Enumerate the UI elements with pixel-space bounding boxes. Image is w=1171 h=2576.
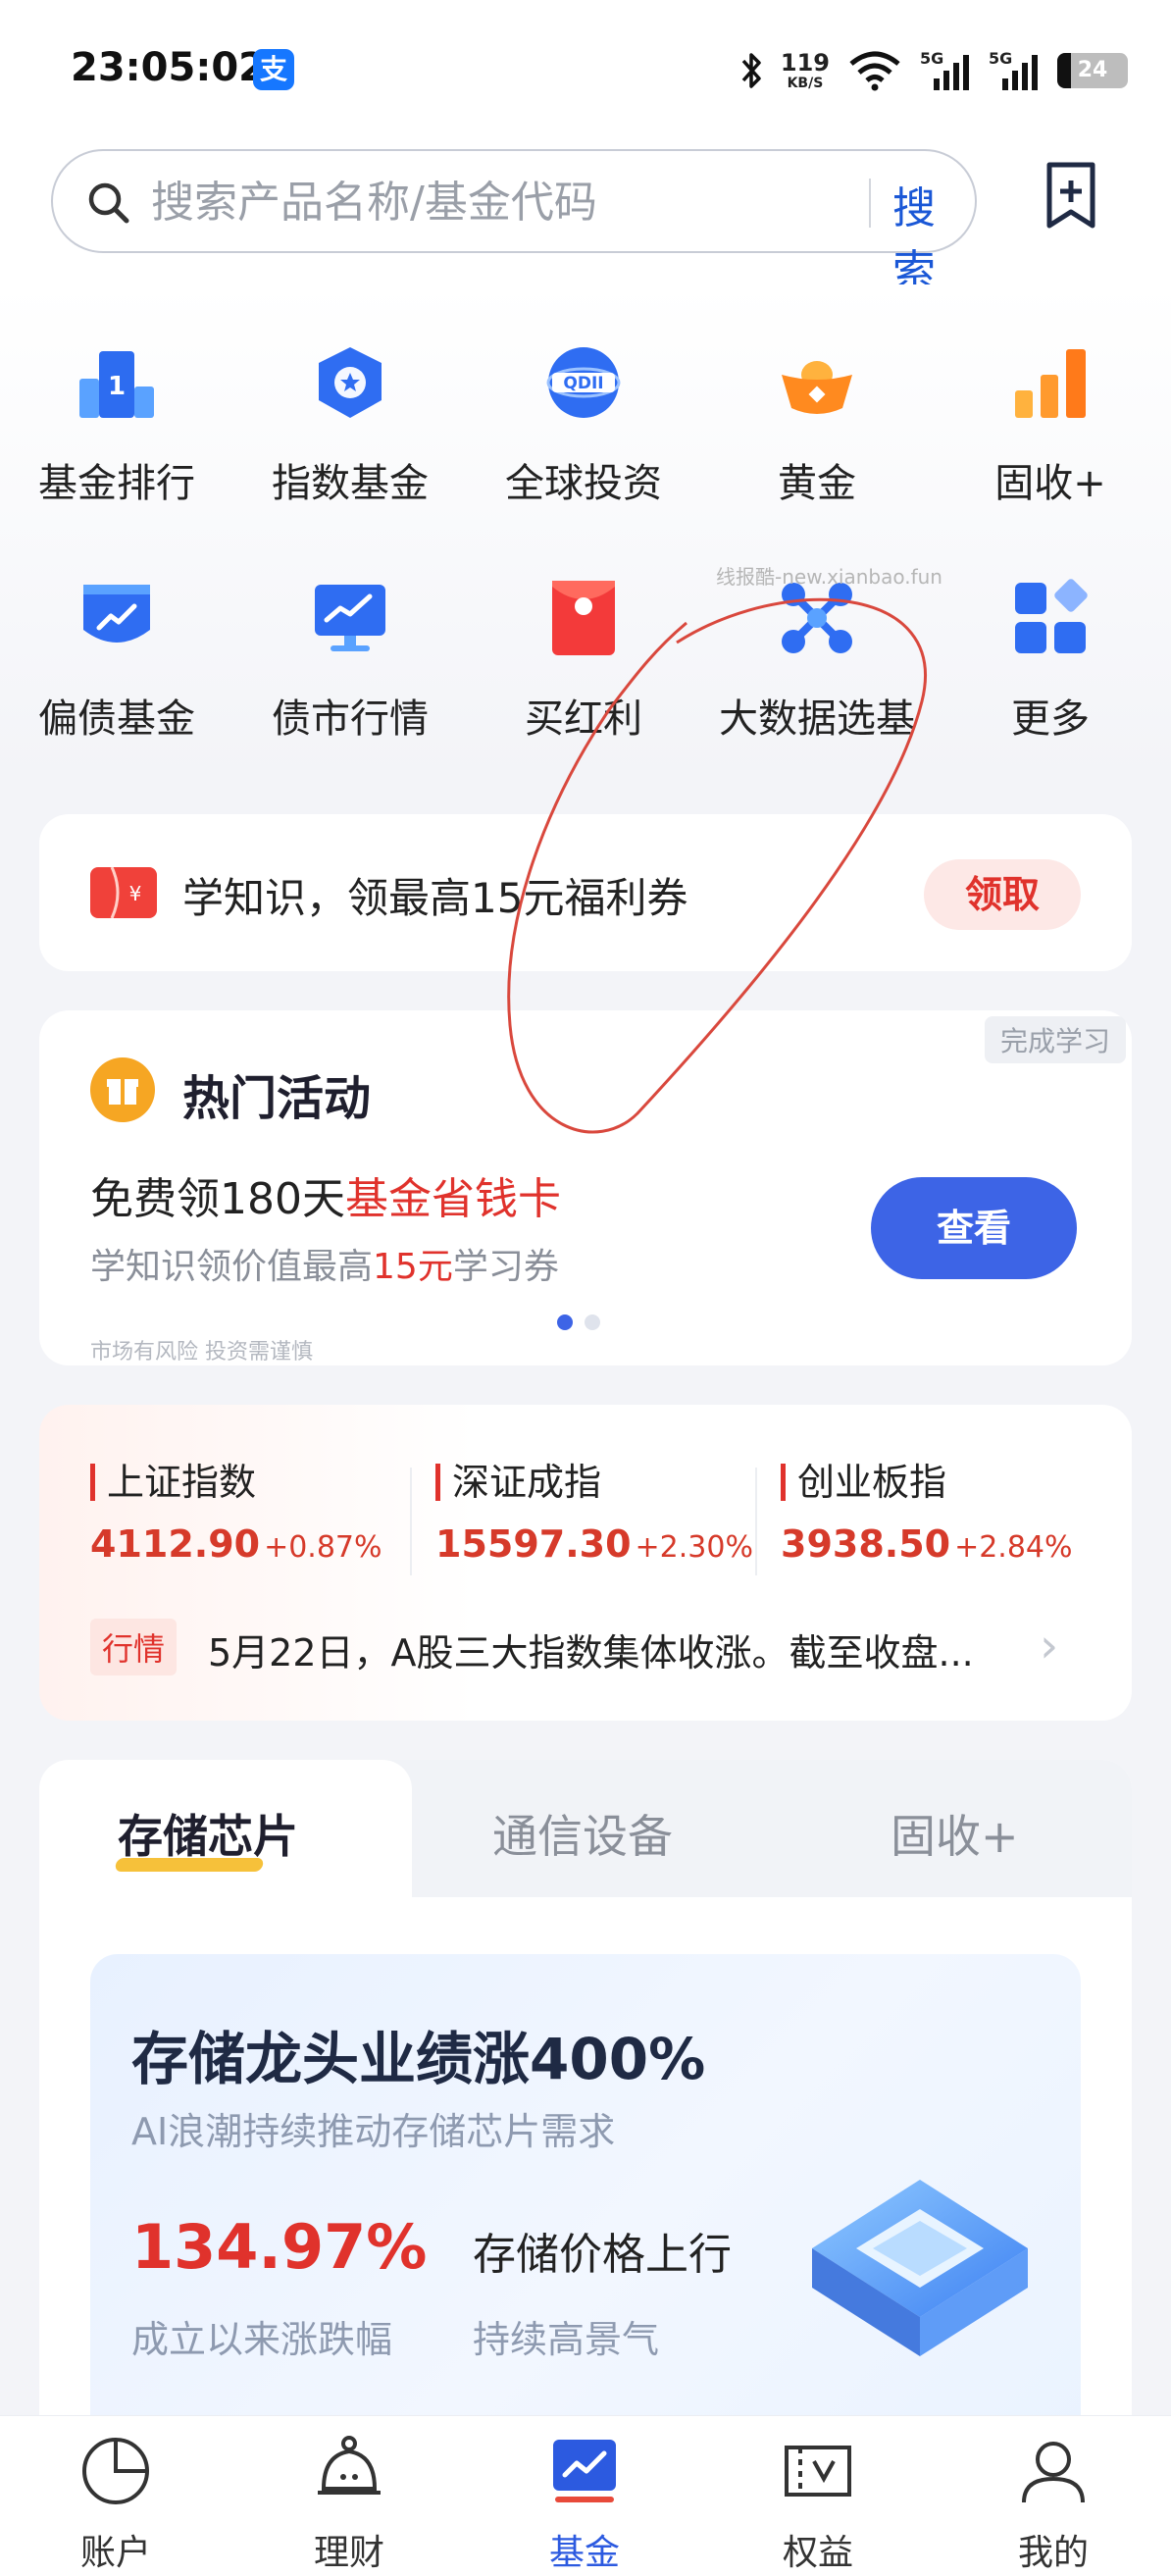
bookmark-add-icon[interactable] [1044,161,1098,235]
chevron-right-icon[interactable]: › [1040,1619,1058,1674]
feature-grid: 1 基金排行 指数基金 QDII 全球投资 黄金 固收+ 偏债基金 债市行情 买… [0,284,1171,775]
sector-card: 存储芯片 通信设备 固收+ 存储龙头业绩涨400% AI浪潮持续推动存储芯片需求… [39,1760,1132,2447]
search-box[interactable]: 搜索 [51,149,977,296]
account-pie-icon [78,2434,153,2508]
grid-item-index-fund[interactable]: 指数基金 [233,343,467,540]
view-button[interactable]: 查看 [871,1177,1077,1279]
dividend-icon [544,579,623,657]
network-speed: 119 KB/S [780,49,830,91]
bond-fund-icon [77,579,156,657]
index-divider [755,1468,757,1575]
grid-label: 债市行情 [272,696,429,742]
nav-account[interactable]: 账户 [18,2434,214,2573]
bond-market-icon [311,579,389,657]
hot-activity-card[interactable]: 完成学习 热门活动 免费领180天基金省钱卡 学知识领价值最高15元学习券 查看… [39,1010,1132,1365]
index-shanghai[interactable]: 上证指数 4112.90 +0.87% [90,1464,424,1566]
risk-disclaimer: 市场有风险 投资需谨慎 [90,1340,313,1365]
index-chinext[interactable]: 创业板指 3938.50 +2.84% [781,1464,1114,1566]
grid-label: 基金排行 [38,461,195,506]
search-button[interactable]: 搜索 [892,173,975,298]
status-bar: 23:05:02 支 119 KB/S 5G 5G 24 [0,0,1171,137]
grid-label: 黄金 [778,461,856,506]
grid-label: 指数基金 [272,461,429,506]
battery-icon: 24 [1057,53,1128,88]
qdii-icon: QDII [544,343,623,422]
grid-label: 买红利 [525,696,642,742]
status-time: 23:05:02 [71,45,266,90]
market-news-text[interactable]: 5月22日，A股三大指数集体收涨。截至收盘... [208,1623,974,1676]
fixed-income-icon [1011,343,1090,422]
grid-item-more[interactable]: 更多 [934,579,1167,775]
search-input[interactable] [151,173,838,232]
grid-label: 固收+ [994,461,1106,506]
claim-button[interactable]: 领取 [924,859,1081,930]
search-icon [86,180,131,230]
market-index-card[interactable]: 上证指数 4112.90 +0.87% 深证成指 15597.30 +2.30% 创… [39,1405,1132,1721]
memory-chip-icon [792,2160,1047,2390]
return-percent: 134.97% [131,2211,428,2283]
promo-text: 学知识，领最高15元福利券 [182,874,688,922]
sector-feature-panel[interactable]: 存储龙头业绩涨400% AI浪潮持续推动存储芯片需求 134.97% 成立以来涨… [90,1954,1081,2447]
hot-activity-title: 热门活动 [182,1071,372,1126]
fund-ranking-icon: 1 [77,343,156,422]
return-percent-label: 成立以来涨跌幅 [131,2318,393,2361]
nav-fund[interactable]: 基金 [486,2434,683,2573]
grid-item-global-investment[interactable]: QDII 全球投资 [467,343,700,540]
svg-text:¥: ¥ [129,882,142,905]
feature-headline: 存储龙头业绩涨400% [131,2026,706,2092]
gift-icon [90,1057,155,1122]
grid-item-fund-ranking[interactable]: 1 基金排行 [0,343,233,540]
activity-headline: 免费领180天基金省钱卡 [90,1174,561,1224]
grid-item-bond-market[interactable]: 债市行情 [233,579,467,775]
carousel-indicator [557,1314,600,1330]
grid-item-big-data-fund-pick[interactable]: 大数据选基 [700,579,934,775]
nav-wealth[interactable]: 理财 [251,2434,447,2573]
wealth-bell-icon [312,2434,386,2508]
tab-storage-chip[interactable]: 存储芯片 [118,1801,298,1866]
search-bar-area: 搜索 [0,137,1171,296]
tab-fixed-income-plus[interactable]: 固收+ [891,1801,1019,1866]
fund-chart-icon [547,2434,622,2508]
watermark: 线报酷-new.xianbao.fun [716,565,942,589]
index-divider [410,1468,412,1575]
index-shenzhen[interactable]: 深证成指 15597.30 +2.30% [435,1464,769,1566]
grid-label: 全球投资 [505,461,662,506]
grid-label: 更多 [1011,696,1090,742]
market-news-tag: 行情 [90,1619,178,1675]
grid-item-buy-dividend[interactable]: 买红利 [467,579,700,775]
cellular-signal-icon-2: 5G [989,49,1040,92]
promo-card[interactable]: ¥ 学知识，领最高15元福利券 领取 [39,814,1132,971]
profile-icon [1016,2434,1091,2508]
activity-subline: 学知识领价值最高15元学习券 [90,1247,559,1287]
complete-learning-tag: 完成学习 [984,1016,1126,1063]
grid-item-fixed-income-plus[interactable]: 固收+ [934,343,1167,540]
wifi-icon [847,50,902,91]
alipay-notification-icon: 支 [253,49,294,90]
bluetooth-icon [739,51,763,90]
bottom-nav: 账户 理财 基金 权益 我的 [0,2415,1171,2576]
grid-label: 偏债基金 [38,696,195,742]
svg-text:1: 1 [108,372,126,401]
grid-label: 大数据选基 [719,696,915,742]
nav-profile[interactable]: 我的 [955,2434,1151,2573]
grid-item-gold[interactable]: 黄金 [700,343,934,540]
svg-text:QDII: QDII [563,374,603,393]
search-divider [869,179,871,228]
feature-tag-secondary: 持续高景气 [473,2318,660,2361]
cellular-signal-icon-1: 5G [920,49,971,92]
grid-item-bond-fund[interactable]: 偏债基金 [0,579,233,775]
more-icon [1011,579,1090,657]
feature-subtitle: AI浪潮持续推动存储芯片需求 [131,2110,616,2153]
big-data-icon [778,579,856,657]
tab-telecom-equipment[interactable]: 通信设备 [492,1801,673,1866]
index-fund-icon [311,343,389,422]
feature-tag-primary: 存储价格上行 [473,2230,732,2280]
nav-benefits[interactable]: 权益 [720,2434,916,2573]
status-icons: 119 KB/S 5G 5G 24 [739,43,1128,98]
benefits-ticket-icon [781,2434,855,2508]
coupon-icon: ¥ [90,866,157,919]
gold-ingot-icon [778,343,856,422]
